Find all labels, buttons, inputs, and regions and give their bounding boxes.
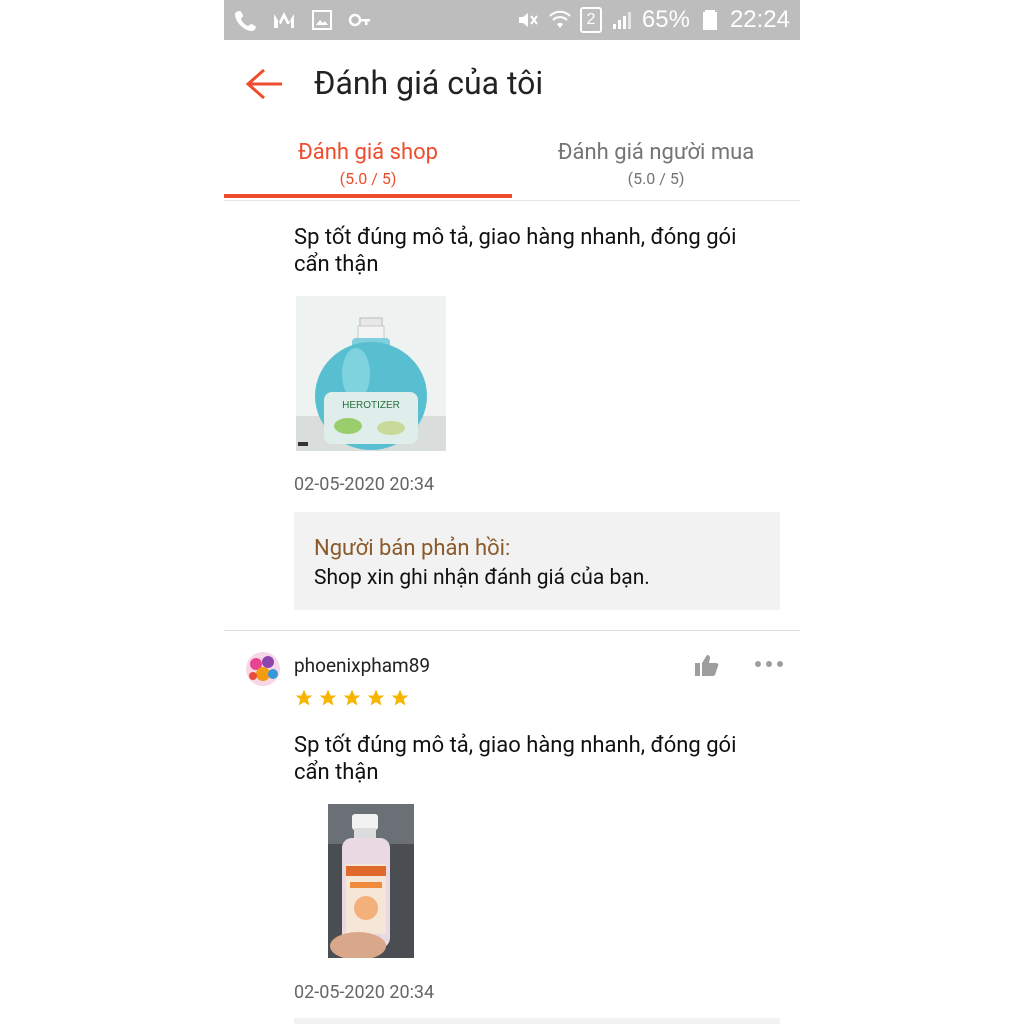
star-rating [294,688,410,708]
reviewer-username[interactable]: phoenixpham89 [294,654,430,677]
image-icon [312,10,332,30]
tab-buyer-reviews[interactable]: Đánh giá người mua (5.0 / 5) [512,128,800,198]
battery-icon [702,10,717,30]
star-icon [295,689,313,706]
status-bar: 2 65% 22:24 [224,0,800,40]
clock: 22:24 [729,6,790,33]
star-icon [343,689,361,706]
battery-percent: 65% [641,6,690,33]
status-right: 2 65% 22:24 [516,6,790,34]
avatar[interactable] [246,652,280,686]
review-date: 02-05-2020 20:34 [294,982,435,1003]
tab-score: (5.0 / 5) [627,169,685,188]
app-frame: 2 65% 22:24 Đánh giá của tôi Đánh giá sh… [224,0,800,1024]
avatar-image [246,652,280,686]
review-divider [224,630,800,631]
svg-text:HEROTIZER: HEROTIZER [342,400,400,411]
tab-shop-reviews[interactable]: Đánh giá shop (5.0 / 5) [224,128,512,198]
active-tab-indicator [224,194,512,198]
review-text: Sp tốt đúng mô tả, giao hàng nhanh, đóng… [294,225,737,277]
signal-icon [612,12,631,29]
wifi-icon [549,10,571,28]
blue-sanitizer-bottle-image: HEROTIZER [296,296,446,451]
status-left-icons [234,8,372,32]
tab-label: Đánh giá shop [298,140,438,165]
more-options-icon[interactable] [754,658,784,670]
seller-reply: Người bán phản hồi: Shop xin ghi nhận đá… [294,512,780,610]
sim-slot-badge: 2 [579,7,602,33]
tab-label: Đánh giá người mua [557,140,755,165]
seller-reply-title: Người bán phản hồi: [314,536,511,561]
review-photo[interactable] [328,804,414,958]
seller-reply-message: Shop xin ghi nhận đánh giá của bạn. [314,566,650,590]
m-icon [274,12,294,28]
small-hand-gel-bottle-image [328,804,414,958]
review-tabs: Đánh giá shop (5.0 / 5) Đánh giá người m… [224,128,800,201]
star-icon [391,689,409,706]
review-text: Sp tốt đúng mô tả, giao hàng nhanh, đóng… [294,733,737,785]
mute-icon [518,13,538,27]
app-header: Đánh giá của tôi [224,40,800,128]
thumbs-up-icon[interactable] [694,652,720,678]
key-icon [348,13,370,27]
phone-icon [235,11,256,31]
star-icon [319,689,337,706]
star-icon [367,689,385,706]
arrow-left-icon[interactable] [244,66,284,102]
review-photo[interactable]: HEROTIZER [296,296,446,451]
tab-score: (5.0 / 5) [339,169,397,188]
review-date: 02-05-2020 20:34 [294,474,435,495]
seller-reply-partial [294,1018,780,1024]
page-title: Đánh giá của tôi [314,64,544,102]
